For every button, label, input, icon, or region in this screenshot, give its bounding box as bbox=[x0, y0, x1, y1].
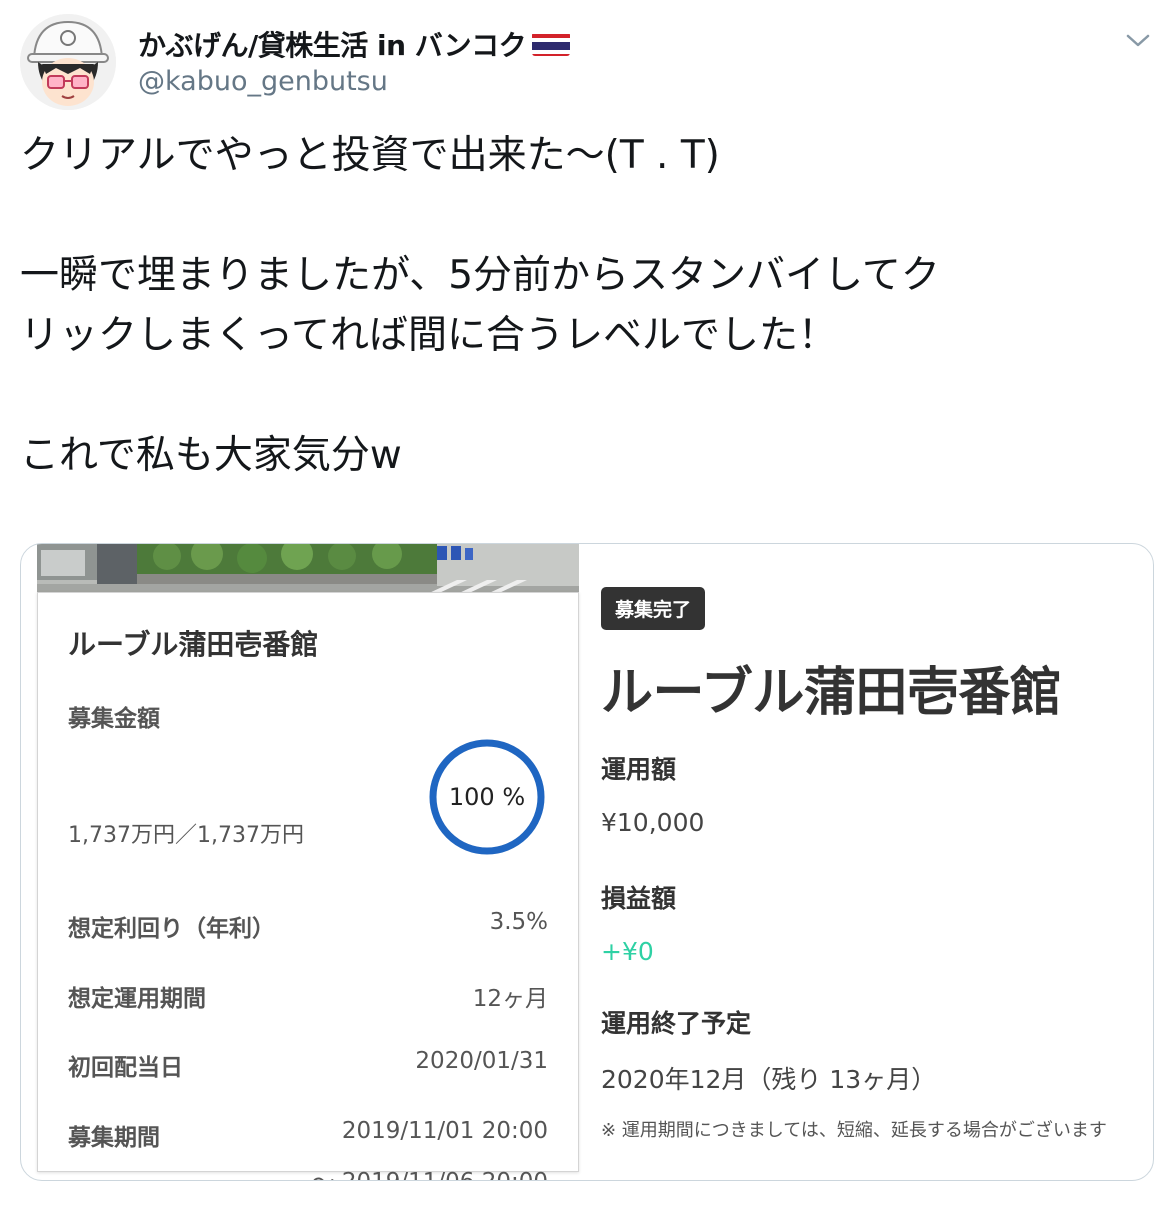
tweet-header: かぶげん/貸株生活 in バンコク @kabuo_genbutsu bbox=[20, 14, 1154, 110]
display-name-text: かぶげん/貸株生活 in バンコク bbox=[138, 29, 527, 62]
tweet-line: リックしまくってれば間に合うレベルでした！ bbox=[20, 313, 838, 358]
end-date-value: 2020年12月（残り 13ヶ月） bbox=[601, 1065, 937, 1094]
end-date-label: 運用終了予定 bbox=[601, 1009, 752, 1038]
raise-amount-value: 1,737万円／1,737万円 bbox=[68, 823, 304, 848]
investment-status-panel: 募集完了 ルーブル蒲田壱番館 運用額 ¥10,000 損益額 +¥0 運用終了予… bbox=[601, 544, 1153, 1180]
tweet-line: これで私も大家気分w bbox=[20, 433, 402, 478]
attached-image-card[interactable]: ルーブル蒲田壱番館 募集金額 1,737万円／1,737万円 100 % 想定利… bbox=[20, 543, 1154, 1181]
progress-percent: 100 % bbox=[448, 783, 526, 811]
chevron-down-icon[interactable] bbox=[1122, 28, 1154, 52]
raise-period-start: 2019/11/01 20:00 bbox=[341, 1118, 548, 1144]
avatar-illustration-icon bbox=[20, 14, 116, 110]
term-label: 想定運用期間 bbox=[68, 986, 206, 1012]
yield-label: 想定利回り（年利） bbox=[68, 916, 275, 942]
term-value: 12ヶ月 bbox=[472, 986, 548, 1012]
tweet-line: 一瞬で埋まりましたが、5分前からスタンバイしてク bbox=[20, 253, 940, 298]
user-avatar[interactable] bbox=[20, 14, 116, 110]
tweet-line: クリアルでやっと投資で出来た〜(T . T) bbox=[20, 133, 720, 178]
pnl-value: +¥0 bbox=[601, 937, 654, 966]
operation-amount-label: 運用額 bbox=[601, 755, 677, 784]
street-photo bbox=[37, 544, 579, 594]
term-note: ※ 運用期間につきましては、短縮、延長する場合がございます bbox=[601, 1120, 1107, 1141]
display-name[interactable]: かぶげん/貸株生活 in バンコク bbox=[138, 24, 571, 64]
pnl-label: 損益額 bbox=[601, 884, 677, 913]
operation-amount-value: ¥10,000 bbox=[601, 808, 705, 837]
thailand-flag-icon bbox=[532, 32, 571, 56]
raise-period-end: 〜 2019/11/06 20:00 bbox=[312, 1162, 548, 1180]
raise-period-label: 募集期間 bbox=[68, 1125, 160, 1151]
status-badge: 募集完了 bbox=[601, 587, 706, 630]
first-dividend-value: 2020/01/31 bbox=[415, 1048, 548, 1074]
tweet-text: クリアルでやっと投資で出来た〜(T . T) 一瞬で埋まりましたが、5分前からス… bbox=[20, 126, 1130, 486]
yield-value: 3.5% bbox=[489, 909, 548, 935]
user-handle[interactable]: @kabuo_genbutsu bbox=[138, 66, 388, 97]
investment-title: ルーブル蒲田壱番館 bbox=[601, 663, 1062, 723]
first-dividend-label: 初回配当日 bbox=[68, 1055, 183, 1081]
project-title: ルーブル蒲田壱番館 bbox=[68, 628, 319, 661]
project-summary-panel: ルーブル蒲田壱番館 募集金額 1,737万円／1,737万円 100 % 想定利… bbox=[37, 592, 579, 1180]
raise-amount-label: 募集金額 bbox=[68, 706, 160, 732]
